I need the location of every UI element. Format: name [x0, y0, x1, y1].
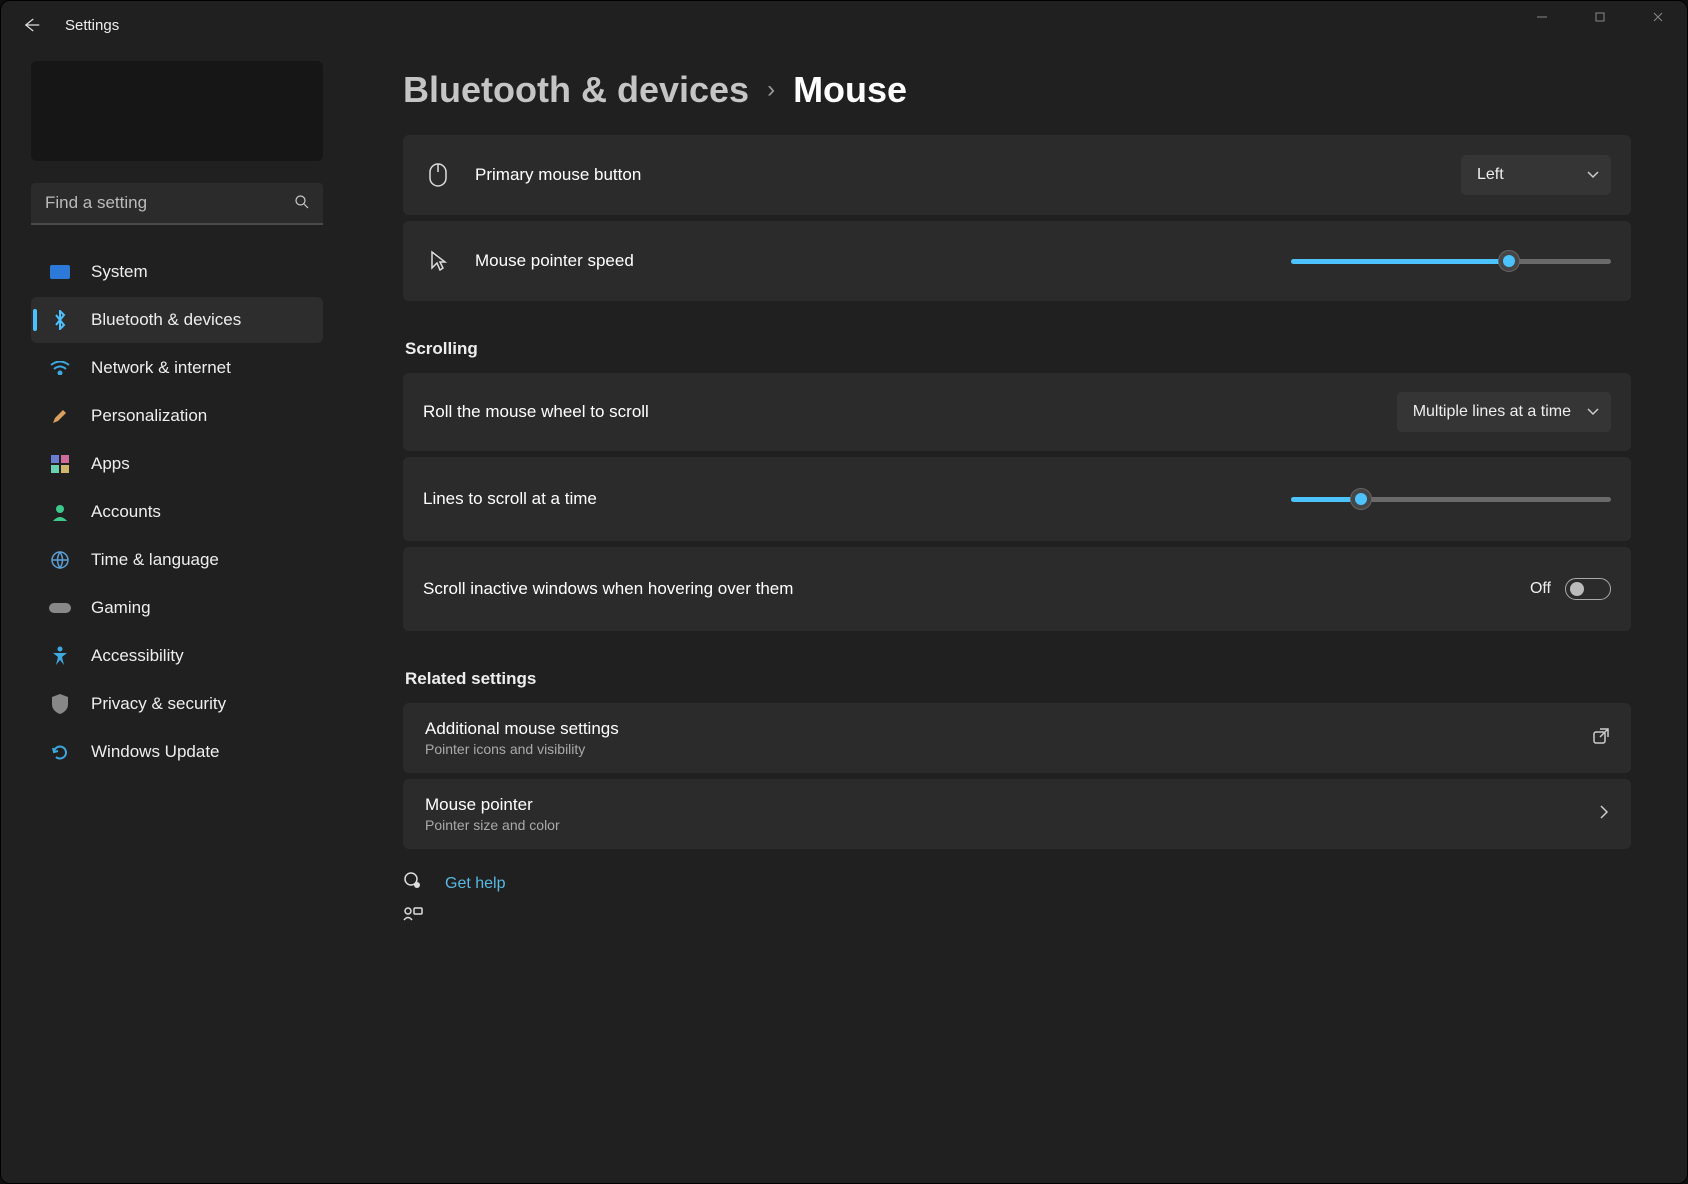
breadcrumb-category[interactable]: Bluetooth & devices: [403, 69, 749, 111]
breadcrumb: Bluetooth & devices › Mouse: [403, 69, 1631, 111]
scroll-inactive-setting: Scroll inactive windows when hovering ov…: [403, 547, 1631, 631]
feedback-icon: [403, 906, 425, 929]
primary-mouse-button-setting: Primary mouse button Left: [403, 135, 1631, 215]
content-area: Bluetooth & devices › Mouse Primary mous…: [353, 49, 1687, 1183]
back-arrow-icon: [22, 16, 40, 34]
maximize-button[interactable]: [1571, 1, 1629, 33]
nav-item-accounts[interactable]: Accounts: [31, 489, 323, 535]
link-title: Additional mouse settings: [425, 719, 619, 739]
cursor-icon: [423, 250, 453, 272]
nav-list: System Bluetooth & devices Network & int…: [1, 249, 353, 775]
nav-item-gaming[interactable]: Gaming: [31, 585, 323, 631]
search-input[interactable]: [31, 183, 323, 225]
paintbrush-icon: [49, 406, 71, 426]
settings-window: Settings System: [0, 0, 1688, 1184]
window-controls: [1513, 1, 1687, 33]
accessibility-icon: [49, 646, 71, 666]
dropdown-value: Multiple lines at a time: [1413, 403, 1571, 421]
update-icon: [49, 743, 71, 761]
nav-label: Privacy & security: [91, 694, 226, 714]
nav-label: Personalization: [91, 406, 207, 426]
chevron-right-icon: ›: [767, 76, 775, 104]
nav-label: Windows Update: [91, 742, 220, 762]
wifi-icon: [49, 361, 71, 375]
nav-label: Gaming: [91, 598, 151, 618]
nav-label: Apps: [91, 454, 130, 474]
toggle-state-label: Off: [1530, 580, 1551, 598]
setting-label: Lines to scroll at a time: [423, 489, 597, 509]
setting-label: Scroll inactive windows when hovering ov…: [423, 579, 793, 599]
scroll-inactive-toggle[interactable]: [1565, 578, 1611, 600]
search-icon: [293, 193, 311, 216]
external-link-icon: [1593, 728, 1609, 749]
help-icon: [403, 871, 425, 896]
close-icon: [1652, 11, 1664, 23]
bluetooth-icon: [49, 310, 71, 330]
person-icon: [49, 503, 71, 521]
chevron-down-icon: [1587, 166, 1599, 184]
roll-wheel-setting: Roll the mouse wheel to scroll Multiple …: [403, 373, 1631, 451]
nav-item-bluetooth-devices[interactable]: Bluetooth & devices: [31, 297, 323, 343]
chevron-right-icon: [1599, 804, 1609, 825]
give-feedback-link[interactable]: [403, 906, 1631, 929]
minimize-icon: [1536, 11, 1548, 23]
minimize-button[interactable]: [1513, 1, 1571, 33]
setting-label: Mouse pointer speed: [475, 251, 634, 271]
nav-item-personalization[interactable]: Personalization: [31, 393, 323, 439]
system-icon: [49, 265, 71, 279]
nav-item-system[interactable]: System: [31, 249, 323, 295]
lines-to-scroll-setting: Lines to scroll at a time: [403, 457, 1631, 541]
mouse-pointer-speed-setting: Mouse pointer speed: [403, 221, 1631, 301]
nav-item-windows-update[interactable]: Windows Update: [31, 729, 323, 775]
shield-icon: [49, 694, 71, 714]
setting-label: Roll the mouse wheel to scroll: [423, 402, 649, 422]
nav-label: System: [91, 262, 148, 282]
nav-label: Accessibility: [91, 646, 184, 666]
get-help-link[interactable]: Get help: [403, 871, 1631, 896]
roll-wheel-dropdown[interactable]: Multiple lines at a time: [1397, 392, 1611, 432]
nav-item-time-language[interactable]: Time & language: [31, 537, 323, 583]
mouse-pointer-link[interactable]: Mouse pointer Pointer size and color: [403, 779, 1631, 849]
page-title: Mouse: [793, 69, 907, 111]
nav-label: Time & language: [91, 550, 219, 570]
dropdown-value: Left: [1477, 166, 1504, 184]
titlebar: Settings: [1, 1, 1687, 49]
nav-item-apps[interactable]: Apps: [31, 441, 323, 487]
scrolling-header: Scrolling: [405, 339, 1631, 359]
search-field[interactable]: [31, 183, 323, 225]
chevron-down-icon: [1587, 403, 1599, 421]
link-subtitle: Pointer size and color: [425, 817, 560, 833]
setting-label: Primary mouse button: [475, 165, 641, 185]
nav-item-accessibility[interactable]: Accessibility: [31, 633, 323, 679]
close-button[interactable]: [1629, 1, 1687, 33]
gamepad-icon: [49, 601, 71, 615]
user-info-box: [31, 61, 323, 161]
maximize-icon: [1594, 11, 1606, 23]
nav-item-privacy-security[interactable]: Privacy & security: [31, 681, 323, 727]
sidebar: System Bluetooth & devices Network & int…: [1, 49, 353, 1183]
nav-label: Accounts: [91, 502, 161, 522]
related-settings-header: Related settings: [405, 669, 1631, 689]
back-button[interactable]: [11, 5, 51, 45]
mouse-icon: [423, 163, 453, 187]
pointer-speed-slider[interactable]: [1291, 250, 1611, 272]
link-label: Get help: [445, 875, 505, 893]
primary-button-dropdown[interactable]: Left: [1461, 155, 1611, 195]
nav-label: Network & internet: [91, 358, 231, 378]
additional-mouse-settings-link[interactable]: Additional mouse settings Pointer icons …: [403, 703, 1631, 773]
window-title: Settings: [65, 17, 119, 34]
lines-scroll-slider[interactable]: [1291, 488, 1611, 510]
nav-item-network[interactable]: Network & internet: [31, 345, 323, 391]
link-title: Mouse pointer: [425, 795, 560, 815]
link-subtitle: Pointer icons and visibility: [425, 741, 619, 757]
nav-label: Bluetooth & devices: [91, 310, 241, 330]
apps-icon: [49, 455, 71, 473]
globe-icon: [49, 551, 71, 569]
